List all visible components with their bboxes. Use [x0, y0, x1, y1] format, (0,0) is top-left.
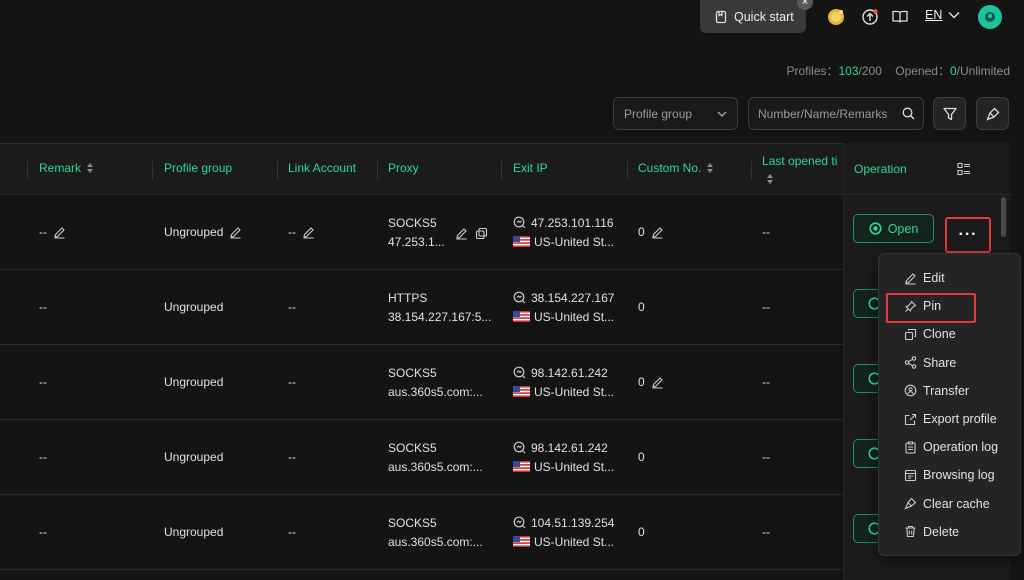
ip-check-icon: [513, 291, 526, 304]
us-flag-icon: [513, 311, 530, 322]
brush-icon: [985, 107, 999, 121]
column-proxy: Proxy: [388, 161, 419, 175]
profiles-used: 103: [838, 64, 859, 78]
trash-icon: [905, 526, 916, 538]
clean-button[interactable]: [976, 97, 1009, 130]
upload-icon[interactable]: [860, 7, 880, 27]
transfer-icon: [904, 384, 917, 397]
us-flag-icon: [513, 461, 530, 472]
copy-icon[interactable]: [475, 227, 488, 240]
edit-icon[interactable]: [651, 226, 664, 239]
share-icon: [904, 356, 917, 369]
column-custom-no[interactable]: Custom No.: [638, 161, 714, 175]
menu-item-clone[interactable]: Clone: [879, 320, 1020, 348]
us-flag-icon: [513, 536, 530, 547]
scrollbar[interactable]: [1001, 197, 1006, 237]
filter-button[interactable]: [933, 97, 966, 130]
clone-icon: [904, 328, 917, 341]
quick-start-label: Quick start: [734, 9, 794, 24]
search-box[interactable]: [748, 97, 924, 130]
menu-item-operation-log[interactable]: Operation log: [879, 433, 1020, 461]
column-settings-icon[interactable]: [957, 162, 971, 176]
column-remark[interactable]: Remark: [39, 161, 94, 175]
column-link-account: Link Account: [288, 161, 357, 175]
menu-item-transfer[interactable]: Transfer: [879, 377, 1020, 405]
ip-check-icon: [513, 366, 526, 379]
book-open-icon[interactable]: [890, 7, 910, 27]
edit-icon[interactable]: [651, 376, 664, 389]
filter-icon: [942, 107, 957, 120]
sort-icon[interactable]: [767, 174, 773, 184]
us-flag-icon: [513, 386, 530, 397]
chevron-down-icon: [948, 11, 960, 19]
profile-group-select[interactable]: Profile group: [613, 97, 738, 130]
browser-window-icon: [904, 469, 917, 481]
search-input[interactable]: [758, 106, 893, 121]
quick-start-button[interactable]: Quick start: [700, 0, 806, 33]
open-button[interactable]: Open: [853, 214, 934, 243]
edit-icon[interactable]: [53, 226, 66, 239]
column-exit-ip: Exit IP: [513, 161, 548, 175]
column-operation: Operation: [854, 162, 907, 176]
sort-icon[interactable]: [707, 163, 714, 173]
menu-item-export-profile[interactable]: Export profile: [879, 405, 1020, 433]
menu-item-delete[interactable]: Delete: [879, 518, 1020, 546]
profile-stats: Profiles：103/200 Opened：0/Unlimited: [786, 64, 1010, 78]
edit-icon[interactable]: [229, 226, 242, 239]
opened-count: 0: [949, 64, 957, 78]
edit-icon[interactable]: [302, 226, 315, 239]
sort-icon[interactable]: [87, 163, 94, 173]
export-icon: [904, 413, 917, 425]
us-flag-icon: [513, 236, 530, 247]
menu-item-browsing-log[interactable]: Browsing log: [879, 461, 1020, 489]
language-label: EN: [925, 8, 943, 22]
browser-icon: [869, 222, 882, 235]
edit-icon: [905, 272, 916, 285]
menu-item-edit[interactable]: Edit: [879, 264, 1020, 292]
column-last-opened[interactable]: Last opened ti: [762, 154, 837, 184]
ip-check-icon: [513, 216, 526, 229]
search-icon[interactable]: [902, 107, 915, 120]
edit-icon[interactable]: [455, 227, 468, 240]
top-bar: Quick start × EN: [0, 0, 1024, 40]
menu-item-share[interactable]: Share: [879, 349, 1020, 377]
ip-check-icon: [513, 516, 526, 529]
menu-item-clear-cache[interactable]: Clear cache: [879, 490, 1020, 518]
close-icon[interactable]: ×: [797, 0, 813, 10]
chevron-down-icon: [717, 111, 727, 117]
brush-icon: [904, 497, 917, 510]
column-profile-group: Profile group: [164, 161, 233, 175]
book-icon: [715, 10, 727, 23]
ip-check-icon: [513, 441, 526, 454]
clipboard-icon: [905, 441, 916, 454]
avatar[interactable]: [978, 5, 1002, 29]
language-selector[interactable]: EN: [925, 8, 960, 22]
pin-highlight: [886, 293, 976, 323]
more-options-button[interactable]: ···: [945, 217, 991, 253]
coin-icon[interactable]: [826, 7, 846, 27]
